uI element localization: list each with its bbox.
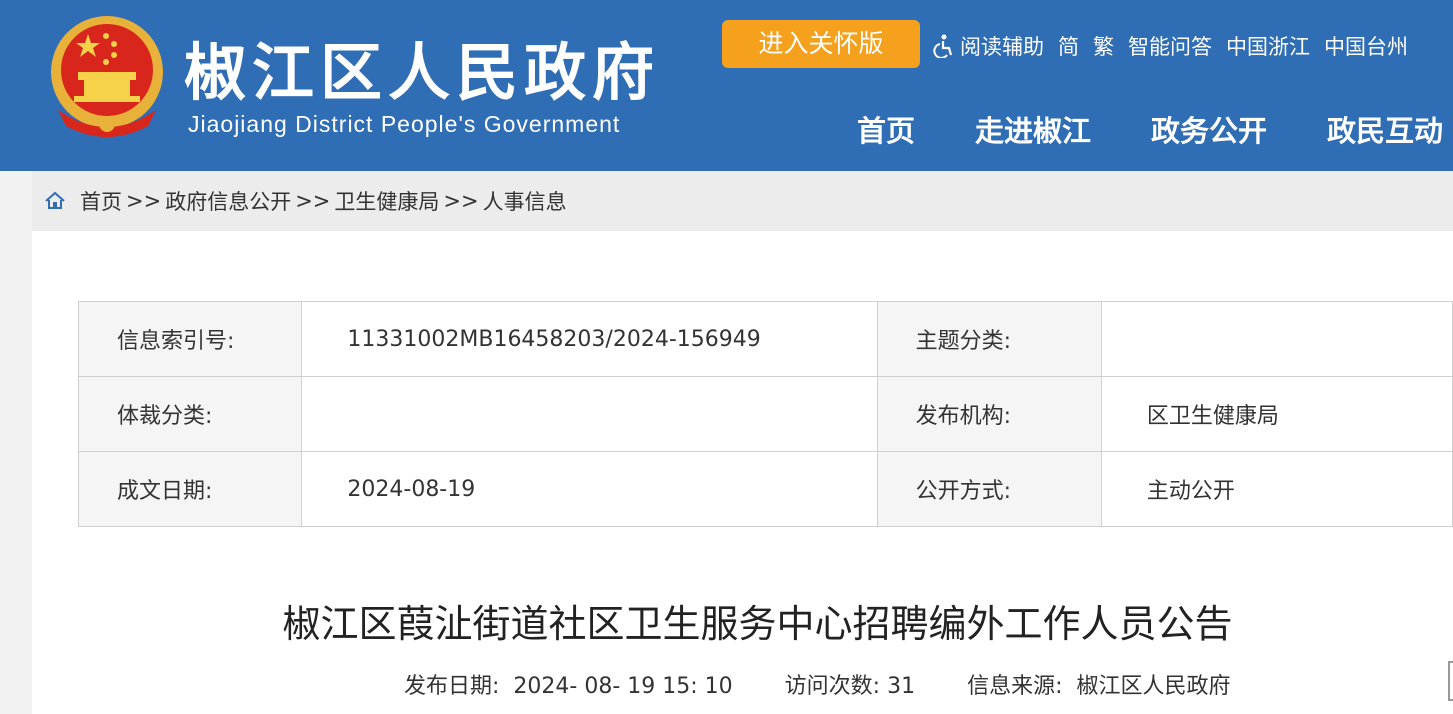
breadcrumb: 首页 >> 政府信息公开 >> 卫生健康局 >> 人事信息	[32, 171, 1453, 231]
topic-category-label: 主题分类:	[876, 301, 1102, 377]
smart-qa-link[interactable]: 智能问答	[1128, 31, 1212, 61]
accessibility-icon	[933, 34, 953, 58]
simplified-link[interactable]: 简	[1058, 31, 1079, 61]
side-bracket	[1448, 661, 1453, 701]
disclosure-method-label: 公开方式:	[876, 451, 1102, 527]
breadcrumb-health-bureau[interactable]: 卫生健康局	[334, 186, 439, 216]
genre-category-label: 体裁分类:	[77, 376, 303, 452]
written-date-value: 2024-08-19	[301, 451, 878, 527]
care-version-button[interactable]: 进入关怀版	[722, 20, 920, 68]
publish-date-label: 发布日期:	[404, 674, 500, 699]
index-number-label: 信息索引号:	[77, 301, 303, 377]
site-header: 椒江区人民政府 Jiaojiang District People's Gove…	[0, 0, 1453, 171]
traditional-link[interactable]: 繁	[1093, 31, 1114, 61]
publish-date-value: 2024- 08- 19 15: 10	[513, 674, 733, 699]
article-info: 发布日期: 2024- 08- 19 15: 10 访问次数: 31 信息来源: 椒…	[404, 668, 1283, 700]
topic-category-value	[1100, 301, 1453, 377]
nav-about-jiaojiang[interactable]: 走进椒江	[975, 108, 1091, 150]
visit-count-label: 访问次数:	[784, 674, 881, 699]
breadcrumb-separator: >>	[295, 189, 331, 213]
china-taizhou-link[interactable]: 中国台州	[1324, 31, 1408, 61]
table-row: 成文日期: 2024-08-19 公开方式: 主动公开	[77, 451, 1453, 527]
genre-category-value	[301, 376, 878, 452]
table-row: 体裁分类: 发布机构: 区卫生健康局	[77, 376, 1453, 452]
breadcrumb-separator: >>	[126, 189, 162, 213]
visit-count-value: 31	[887, 674, 916, 699]
china-zhejiang-link[interactable]: 中国浙江	[1226, 31, 1310, 61]
written-date-label: 成文日期:	[77, 451, 303, 527]
metadata-table: 信息索引号: 11331002MB16458203/2024-156949 主题…	[77, 301, 1453, 527]
nav-government-affairs[interactable]: 政务公开	[1151, 108, 1267, 150]
publisher-value: 区卫生健康局	[1100, 376, 1453, 452]
nav-home[interactable]: 首页	[857, 108, 915, 150]
nav-interaction[interactable]: 政民互动	[1327, 108, 1443, 150]
content-panel: 信息索引号: 11331002MB16458203/2024-156949 主题…	[32, 231, 1453, 714]
main-nav: 首页 走进椒江 政务公开 政民互动	[857, 108, 1453, 150]
breadcrumb-separator: >>	[443, 189, 479, 213]
breadcrumb-home[interactable]: 首页	[80, 186, 122, 216]
disclosure-method-value: 主动公开	[1100, 451, 1453, 527]
national-emblem-icon	[51, 16, 163, 137]
index-number-value: 11331002MB16458203/2024-156949	[301, 301, 878, 377]
site-subtitle: Jiaojiang District People's Government	[188, 111, 621, 137]
breadcrumb-personnel[interactable]: 人事信息	[483, 186, 567, 216]
table-row: 信息索引号: 11331002MB16458203/2024-156949 主题…	[77, 301, 1453, 377]
breadcrumb-gov-info[interactable]: 政府信息公开	[165, 186, 291, 216]
site-title: 椒江区人民政府	[184, 36, 661, 109]
info-source-value: 椒江区人民政府	[1076, 674, 1231, 699]
top-links: 阅读辅助 简 繁 智能问答 中国浙江 中国台州	[932, 30, 1422, 62]
home-icon	[45, 191, 65, 209]
reading-assist-link[interactable]: 阅读辅助	[960, 31, 1044, 61]
article-title: 椒江区葭沚街道社区卫生服务中心招聘编外工作人员公告	[282, 602, 1233, 646]
info-source-label: 信息来源:	[967, 674, 1063, 699]
publisher-label: 发布机构:	[876, 376, 1102, 452]
